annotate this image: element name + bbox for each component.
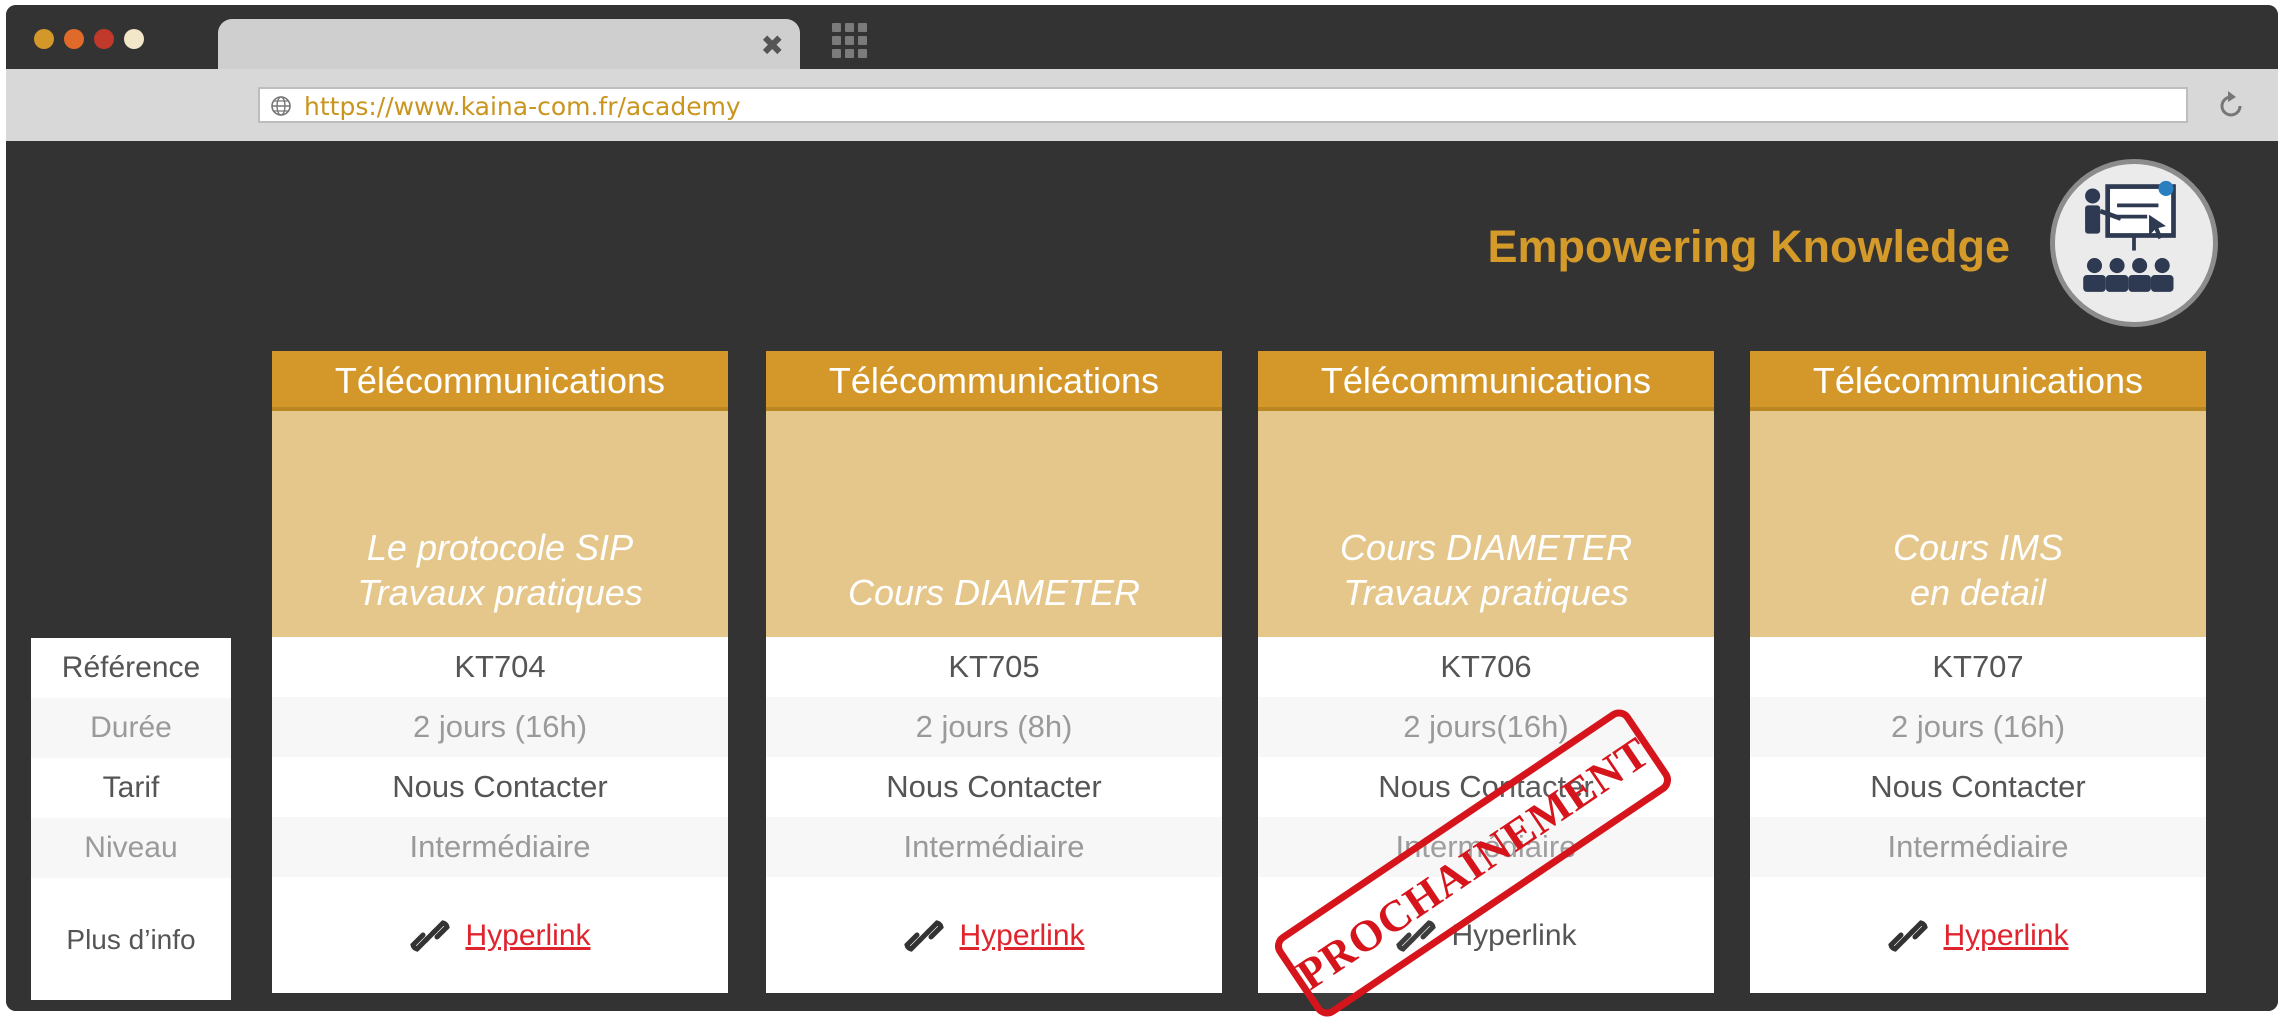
- window-dot-4[interactable]: [124, 29, 144, 49]
- label-reference: Référence: [31, 638, 231, 698]
- course-card-kt707: Télécommunications Cours IMS en detail K…: [1750, 351, 2206, 993]
- close-icon[interactable]: ✖: [761, 31, 784, 61]
- browser-toolbar: https://www.kaina-com.fr/academy: [6, 69, 2278, 141]
- globe-icon: [271, 96, 291, 116]
- course-card-kt705: Télécommunications Cours DIAMETER KT705 …: [766, 351, 1222, 993]
- card-reference: KT704: [272, 637, 728, 697]
- card-title-line-2: Travaux pratiques: [1343, 572, 1629, 613]
- card-category: Télécommunications: [1258, 351, 1714, 411]
- card-title-line-2: Travaux pratiques: [357, 572, 643, 613]
- card-price: Nous Contacter: [272, 757, 728, 817]
- row-labels: Référence Durée Tarif Niveau Plus d’info: [31, 638, 231, 1000]
- card-reference: KT705: [766, 637, 1222, 697]
- card-category: Télécommunications: [1750, 351, 2206, 411]
- label-level: Niveau: [31, 818, 231, 878]
- card-title: Cours DIAMETER Travaux pratiques: [1258, 411, 1714, 637]
- label-price: Tarif: [31, 758, 231, 818]
- card-level: Intermédiaire: [1750, 817, 2206, 877]
- window-dot-1[interactable]: [34, 29, 54, 49]
- link-icon: [1888, 920, 1929, 952]
- hyperlink[interactable]: Hyperlink: [959, 906, 1084, 966]
- page-headline: Empowering Knowledge: [1487, 221, 2010, 272]
- card-duration: 2 jours (16h): [272, 697, 728, 757]
- hyperlink[interactable]: Hyperlink: [1943, 906, 2068, 966]
- window-dot-3[interactable]: [94, 29, 114, 49]
- card-price: Nous Contacter: [766, 757, 1222, 817]
- browser-tab[interactable]: ✖: [218, 19, 800, 73]
- card-level: Intermédiaire: [766, 817, 1222, 877]
- browser-window: ✖ https://www.kaina-com.fr/academy Empow…: [6, 5, 2278, 1011]
- label-duration: Durée: [31, 698, 231, 758]
- card-link-row: Hyperlink: [766, 877, 1222, 993]
- page-content: Empowering Knowledge Référence Durée Tar…: [6, 141, 2278, 1011]
- card-level: Intermédiaire: [272, 817, 728, 877]
- url-text[interactable]: https://www.kaina-com.fr/academy: [304, 92, 741, 121]
- card-title: Le protocole SIP Travaux pratiques: [272, 411, 728, 637]
- hyperlink[interactable]: Hyperlink: [465, 906, 590, 966]
- link-icon: [410, 920, 451, 952]
- card-link-row: Hyperlink: [1750, 877, 2206, 993]
- card-link-row: Hyperlink: [272, 877, 728, 993]
- window-dot-2[interactable]: [64, 29, 84, 49]
- card-title-line-2: en detail: [1909, 572, 2047, 613]
- reload-icon[interactable]: [2214, 89, 2248, 123]
- course-card-kt704: Télécommunications Le protocole SIP Trav…: [272, 351, 728, 993]
- presentation-icon: [2050, 159, 2218, 327]
- card-title-line-2: Cours DIAMETER: [847, 572, 1141, 613]
- card-reference: KT707: [1750, 637, 2206, 697]
- card-title-line-1: Cours IMS: [1892, 527, 2064, 568]
- address-bar[interactable]: https://www.kaina-com.fr/academy: [258, 87, 2188, 123]
- card-duration: 2 jours (8h): [766, 697, 1222, 757]
- card-title-line-1: Cours DIAMETER: [1339, 527, 1633, 568]
- title-bar: ✖: [6, 5, 2278, 73]
- card-category: Télécommunications: [766, 351, 1222, 411]
- card-title: Cours IMS en detail: [1750, 411, 2206, 637]
- card-title: Cours DIAMETER: [766, 411, 1222, 637]
- card-price: Nous Contacter: [1750, 757, 2206, 817]
- card-category: Télécommunications: [272, 351, 728, 411]
- card-title-line-1: Le protocole SIP: [366, 527, 634, 568]
- label-more-info: Plus d’info: [31, 880, 231, 1000]
- card-reference: KT706: [1258, 637, 1714, 697]
- apps-grid-icon[interactable]: [832, 23, 870, 61]
- card-duration: 2 jours (16h): [1750, 697, 2206, 757]
- link-icon: [904, 920, 945, 952]
